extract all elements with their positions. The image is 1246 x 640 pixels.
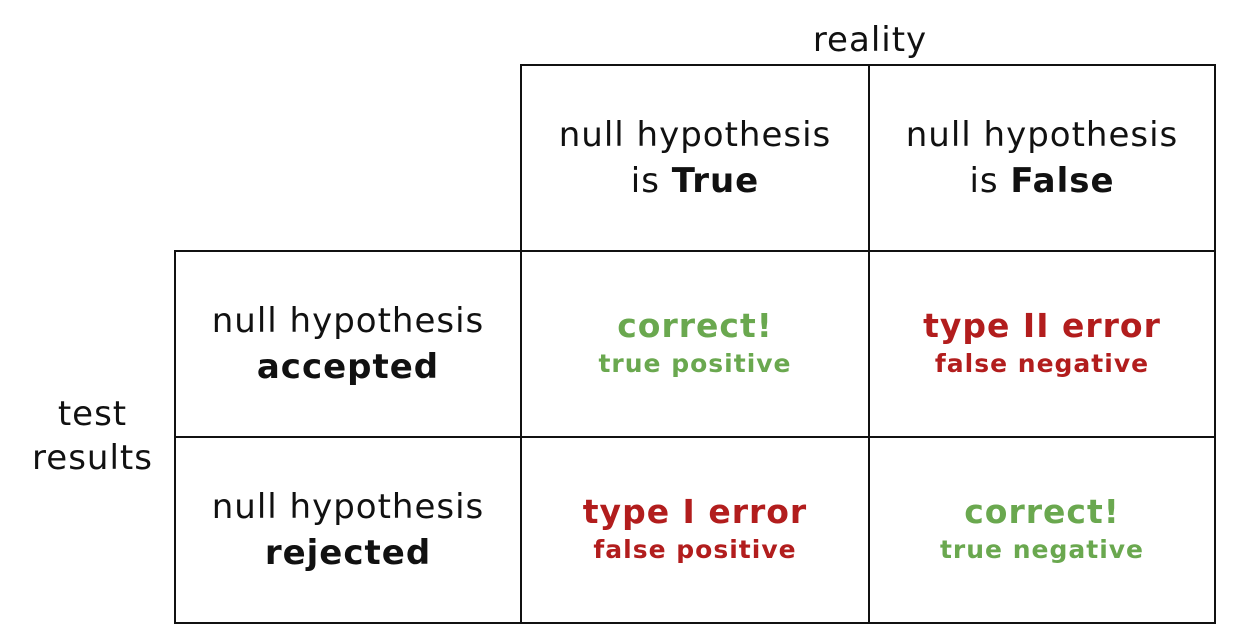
outcome-subtitle: false negative <box>934 349 1150 378</box>
outcome-title: correct! <box>617 306 773 345</box>
outcome-subtitle: true positive <box>598 349 792 378</box>
row-header-emphasis: rejected <box>264 533 432 573</box>
outcome-title: type II error <box>923 306 1161 345</box>
cell-true-negative: correct! true negative <box>868 436 1216 624</box>
test-results-line1: test <box>57 394 128 434</box>
cell-true-positive: correct! true positive <box>520 250 870 438</box>
column-header-null-true: null hypothesis is True <box>520 64 870 252</box>
row-header-rejected: null hypothesis rejected <box>174 436 522 624</box>
outcome-title: type I error <box>582 492 808 531</box>
test-results-line2: results <box>32 438 153 479</box>
row-header-accepted: null hypothesis accepted <box>174 250 522 438</box>
column-header-emphasis: False <box>1010 161 1115 201</box>
row-header-line1: null hypothesis <box>211 487 485 527</box>
column-header-emphasis: True <box>671 161 760 201</box>
cell-false-negative: type II error false negative <box>868 250 1216 438</box>
outcome-subtitle: false positive <box>593 535 797 564</box>
row-header-emphasis: accepted <box>256 347 440 387</box>
cell-false-positive: type I error false positive <box>520 436 870 624</box>
row-header-line1: null hypothesis <box>211 301 485 341</box>
column-header-line1: null hypothesis <box>905 115 1179 155</box>
column-header-line2: is True <box>630 161 760 201</box>
column-header-line2: is False <box>969 161 1115 201</box>
outcome-title: correct! <box>964 492 1120 531</box>
column-header-line1: null hypothesis <box>558 115 832 155</box>
outcome-subtitle: true negative <box>939 535 1145 564</box>
test-results-axis-title: test results <box>10 392 175 480</box>
column-header-null-false: null hypothesis is False <box>868 64 1216 252</box>
reality-axis-title: reality <box>812 20 928 60</box>
